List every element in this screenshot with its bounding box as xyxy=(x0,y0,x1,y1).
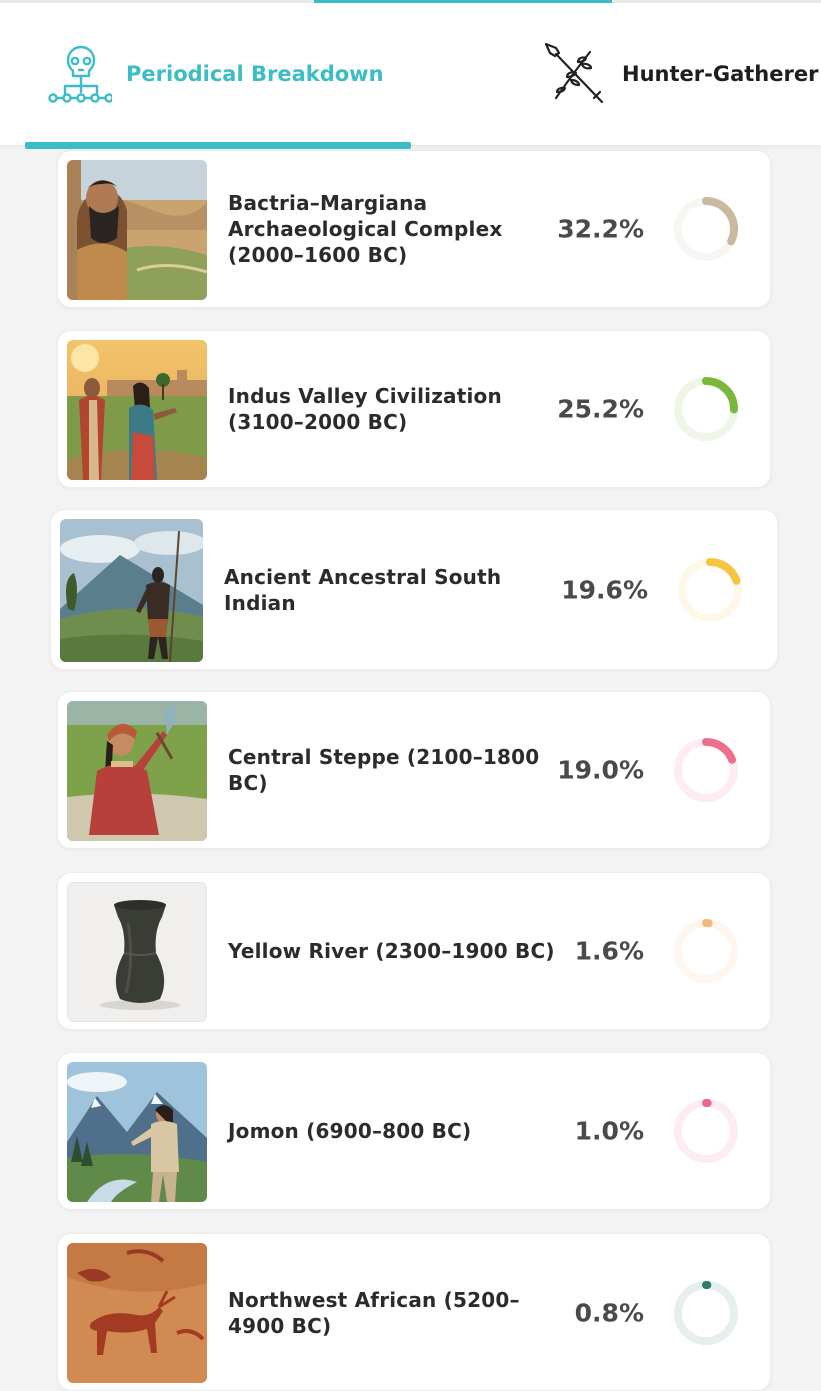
progress-ring xyxy=(674,1281,738,1345)
item-percentage: 0.8% xyxy=(574,1298,644,1328)
progress-ring-track xyxy=(674,1281,738,1345)
item-name: Ancient Ancestral South Indian xyxy=(224,564,502,615)
item-image-jomon xyxy=(67,1062,207,1202)
ancestry-item-jomon[interactable]: Jomon (6900–800 BC) 1.0% xyxy=(57,1052,771,1210)
item-image-northwest-african xyxy=(67,1243,207,1383)
item-percentage: 19.6% xyxy=(561,575,648,604)
tab-periodical-breakdown[interactable]: Periodical Breakdown xyxy=(48,3,384,145)
progress-ring-track xyxy=(674,1099,738,1163)
ancestry-item-northwest-african[interactable]: Northwest African (5200–4900 BC) 0.8% xyxy=(57,1233,771,1391)
spear-branch-icon xyxy=(542,42,606,106)
item-image-yellow-river xyxy=(67,882,207,1022)
progress-ring xyxy=(674,738,738,802)
progress-ring xyxy=(678,557,742,622)
ancestry-item-ancient-ancestral-south-indian[interactable]: Ancient Ancestral South Indian 19.6% xyxy=(50,509,778,670)
item-name: Bactria–Margiana Archaeological Complex … xyxy=(228,191,503,267)
item-image-indus-valley xyxy=(67,340,207,480)
tab-periodical-breakdown-label: Periodical Breakdown xyxy=(126,62,384,86)
active-tab-indicator xyxy=(25,142,411,149)
ancestry-item-bactria-margiana[interactable]: Bactria–Margiana Archaeological Complex … xyxy=(57,150,771,308)
item-name: Central Steppe (2100–1800 BC) xyxy=(228,745,540,795)
ancestry-item-indus-valley[interactable]: Indus Valley Civilization (3100–2000 BC)… xyxy=(57,330,771,488)
item-name: Northwest African (5200–4900 BC) xyxy=(228,1288,520,1338)
tab-bar: Periodical Breakdown Hunter-Gatherer xyxy=(0,0,821,145)
progress-ring-track xyxy=(674,919,738,983)
ancestry-item-central-steppe[interactable]: Central Steppe (2100–1800 BC) 19.0% xyxy=(57,691,771,849)
progress-ring xyxy=(674,919,738,983)
item-image-ancient-ancestral-south-indian xyxy=(60,519,203,662)
item-percentage: 1.6% xyxy=(574,936,644,966)
progress-ring xyxy=(674,197,738,261)
progress-ring xyxy=(674,377,738,441)
item-name: Yellow River (2300–1900 BC) xyxy=(228,939,555,963)
item-name: Jomon (6900–800 BC) xyxy=(228,1119,472,1143)
item-percentage: 25.2% xyxy=(557,394,644,424)
item-image-central-steppe xyxy=(67,701,207,841)
item-image-bactria-margiana xyxy=(67,160,207,300)
item-percentage: 1.0% xyxy=(574,1116,644,1146)
progress-ring xyxy=(674,1099,738,1163)
ancestry-item-yellow-river[interactable]: Yellow River (2300–1900 BC) 1.6% xyxy=(57,872,771,1030)
skull-network-icon xyxy=(48,42,112,106)
tab-hunter-gatherer[interactable]: Hunter-Gatherer xyxy=(542,3,818,145)
item-name: Indus Valley Civilization (3100–2000 BC) xyxy=(228,384,502,434)
tab-hunter-gatherer-label: Hunter-Gatherer xyxy=(622,62,819,86)
item-percentage: 32.2% xyxy=(557,214,644,244)
item-percentage: 19.0% xyxy=(557,755,644,785)
